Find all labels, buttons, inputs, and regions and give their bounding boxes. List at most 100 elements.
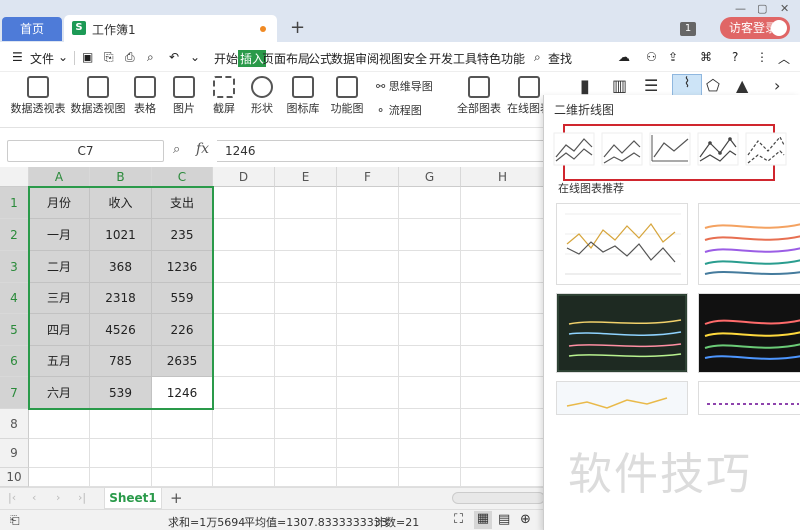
table-cell[interactable] bbox=[337, 346, 399, 377]
table-cell[interactable] bbox=[213, 468, 275, 487]
tab-workbook[interactable]: S 工作簿1 bbox=[64, 15, 277, 42]
column-header[interactable]: F bbox=[337, 167, 399, 187]
save-icon[interactable]: ▣ bbox=[82, 50, 93, 64]
table-cell[interactable] bbox=[337, 251, 399, 283]
table-cell[interactable] bbox=[337, 409, 399, 439]
table-cell[interactable]: 4526 bbox=[90, 314, 152, 346]
chevron-down-icon[interactable]: ⌄ bbox=[190, 50, 200, 64]
search-icon[interactable]: ⌕ bbox=[534, 50, 541, 65]
table-cell[interactable] bbox=[275, 377, 337, 409]
hamburger-icon[interactable]: ☰ bbox=[12, 50, 23, 64]
table-cell[interactable]: 月份 bbox=[29, 187, 90, 219]
table-cell[interactable] bbox=[461, 377, 545, 409]
table-cell[interactable] bbox=[213, 187, 275, 219]
online-chart-thumbnail[interactable] bbox=[556, 381, 688, 415]
table-cell[interactable] bbox=[461, 283, 545, 314]
menu-view[interactable]: 视图 bbox=[379, 50, 403, 67]
more-icon[interactable]: ⋮ bbox=[756, 50, 768, 64]
table-button[interactable]: 表格 bbox=[130, 72, 160, 116]
horizontal-scrollbar[interactable] bbox=[452, 492, 545, 504]
maximize-icon[interactable]: ▢ bbox=[757, 2, 767, 15]
percent-line-chart-option[interactable] bbox=[649, 132, 691, 166]
pivot-table-button[interactable]: 数据透视表 bbox=[10, 72, 66, 116]
table-cell[interactable] bbox=[337, 219, 399, 251]
select-all-corner[interactable] bbox=[0, 167, 29, 187]
row-header[interactable]: 3 bbox=[0, 251, 29, 283]
table-cell[interactable] bbox=[337, 187, 399, 219]
eye-protect-icon[interactable]: ⛶ bbox=[454, 512, 463, 527]
table-cell[interactable] bbox=[152, 439, 213, 468]
menu-special[interactable]: 特色功能 bbox=[477, 50, 525, 67]
table-cell[interactable] bbox=[275, 251, 337, 283]
menu-formula[interactable]: 公式 bbox=[308, 50, 332, 67]
mind-map-button[interactable]: ⚯ 思维导图 bbox=[376, 78, 433, 94]
menu-developer[interactable]: 开发工具 bbox=[429, 50, 477, 67]
table-cell[interactable] bbox=[213, 377, 275, 409]
row-header[interactable]: 10 bbox=[0, 468, 29, 487]
stacked-bar-icon[interactable]: ☰ bbox=[644, 76, 658, 95]
table-cell[interactable]: 五月 bbox=[29, 346, 90, 377]
page-view-icon[interactable]: ⊕ bbox=[520, 512, 531, 527]
table-cell[interactable] bbox=[399, 468, 461, 487]
table-cell[interactable] bbox=[90, 439, 152, 468]
sheet-nav-next-icon[interactable]: › bbox=[56, 491, 60, 504]
export-icon[interactable]: ⎘ bbox=[104, 50, 114, 65]
table-cell[interactable] bbox=[399, 439, 461, 468]
table-cell[interactable] bbox=[337, 468, 399, 487]
table-cell[interactable]: 226 bbox=[152, 314, 213, 346]
table-cell[interactable] bbox=[399, 409, 461, 439]
table-cell[interactable] bbox=[213, 439, 275, 468]
menu-start[interactable]: 开始 bbox=[214, 50, 238, 67]
table-cell[interactable] bbox=[275, 468, 337, 487]
normal-view-icon[interactable]: ▦ bbox=[474, 511, 492, 529]
row-header[interactable]: 2 bbox=[0, 219, 29, 251]
table-cell[interactable] bbox=[90, 409, 152, 439]
table-cell[interactable] bbox=[90, 468, 152, 487]
icon-library-button[interactable]: 图标库 bbox=[286, 72, 320, 116]
table-cell[interactable]: 一月 bbox=[29, 219, 90, 251]
table-cell[interactable] bbox=[461, 346, 545, 377]
table-cell[interactable]: 2318 bbox=[90, 283, 152, 314]
tab-home[interactable]: 首页 bbox=[2, 17, 62, 41]
table-cell[interactable] bbox=[461, 187, 545, 219]
table-cell[interactable]: 1246 bbox=[152, 377, 213, 409]
table-cell[interactable] bbox=[337, 314, 399, 346]
online-chart-thumbnail[interactable] bbox=[556, 293, 688, 373]
sheet-nav-first-icon[interactable]: |‹ bbox=[8, 491, 16, 504]
menu-file[interactable]: 文件 bbox=[30, 50, 54, 67]
sheet-nav-last-icon[interactable]: ›| bbox=[78, 491, 86, 504]
table-cell[interactable] bbox=[461, 409, 545, 439]
sheet-tab-sheet1[interactable]: Sheet1 bbox=[104, 488, 162, 509]
table-cell[interactable] bbox=[275, 219, 337, 251]
user-share-icon[interactable]: ⚇ bbox=[646, 50, 657, 64]
add-sheet-plus-icon[interactable]: + bbox=[170, 489, 183, 507]
screenshot-button[interactable]: 截屏 bbox=[208, 72, 240, 116]
stacked-line-chart-option[interactable] bbox=[601, 132, 643, 166]
table-cell[interactable] bbox=[461, 439, 545, 468]
column-header[interactable]: A bbox=[29, 167, 90, 187]
menu-security[interactable]: 安全 bbox=[403, 50, 427, 67]
table-cell[interactable] bbox=[213, 283, 275, 314]
column-header[interactable]: G bbox=[399, 167, 461, 187]
table-cell[interactable] bbox=[275, 187, 337, 219]
online-chart-thumbnail[interactable] bbox=[698, 203, 800, 285]
table-cell[interactable]: 六月 bbox=[29, 377, 90, 409]
cell-name-box[interactable]: C7 bbox=[7, 140, 164, 162]
table-cell[interactable] bbox=[399, 314, 461, 346]
row-header[interactable]: 5 bbox=[0, 314, 29, 346]
menu-data[interactable]: 数据 bbox=[331, 50, 355, 67]
formula-input[interactable]: 1246 bbox=[217, 140, 545, 162]
undo-icon[interactable]: ↶ bbox=[169, 50, 179, 64]
flowchart-button[interactable]: ⚬ 流程图 bbox=[376, 102, 422, 118]
table-cell[interactable]: 收入 bbox=[90, 187, 152, 219]
help-icon[interactable]: ? bbox=[732, 50, 738, 64]
column-header[interactable]: B bbox=[90, 167, 152, 187]
table-cell[interactable] bbox=[337, 283, 399, 314]
fx-icon[interactable]: fx bbox=[196, 141, 209, 157]
macro-icon[interactable]: ⎗ bbox=[10, 513, 20, 528]
table-cell[interactable] bbox=[461, 251, 545, 283]
online-chart-thumbnail[interactable] bbox=[556, 203, 688, 285]
table-cell[interactable]: 支出 bbox=[152, 187, 213, 219]
table-cell[interactable] bbox=[399, 377, 461, 409]
cloud-icon[interactable]: ☁ bbox=[618, 50, 630, 64]
